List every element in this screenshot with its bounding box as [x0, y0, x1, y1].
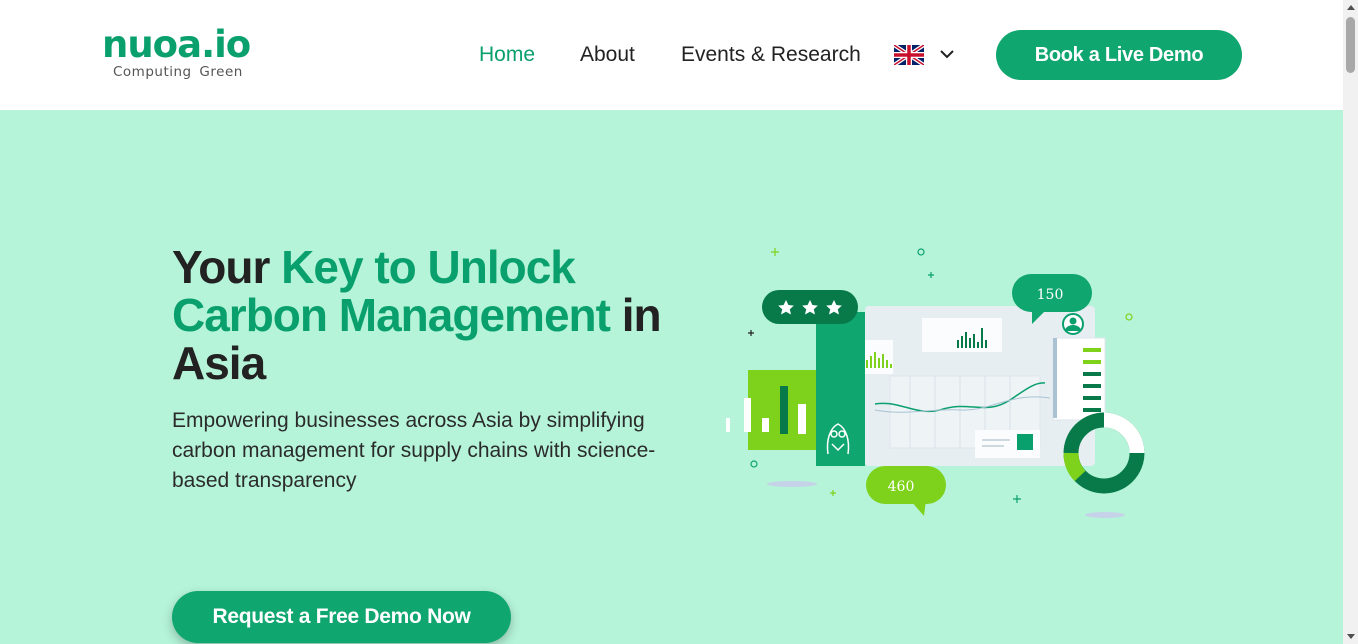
headline-part-1: Your	[172, 241, 282, 293]
logo-tagline: Computing Green	[113, 64, 243, 80]
hero-headline: Your Key to Unlock Carbon Management in …	[172, 243, 692, 387]
bubble-bottom: 460	[866, 466, 946, 516]
nav-about[interactable]: About	[580, 41, 635, 69]
user-icon	[1062, 313, 1084, 335]
chevron-down-icon[interactable]	[939, 48, 955, 60]
uk-flag-icon[interactable]	[894, 45, 924, 65]
request-free-demo-button[interactable]: Request a Free Demo Now	[172, 591, 511, 643]
logo[interactable]: nuoa.io Computing Green	[102, 23, 251, 81]
nav-events-research[interactable]: Events & Research	[681, 41, 861, 69]
scroll-up-arrow-icon[interactable]	[1347, 5, 1355, 10]
scroll-thumb[interactable]	[1346, 17, 1355, 73]
page-scrollbar[interactable]	[1343, 0, 1358, 644]
scroll-down-arrow-icon[interactable]	[1347, 634, 1355, 639]
logo-wordmark: nuoa.io	[102, 23, 251, 66]
hero-illustration: 150 460	[726, 248, 1145, 518]
site-header: nuoa.io Computing Green Home About Event…	[0, 0, 1343, 110]
book-live-demo-button[interactable]: Book a Live Demo	[996, 30, 1242, 80]
nav-home[interactable]: Home	[479, 41, 535, 69]
bubble-top-value: 150	[1037, 287, 1064, 303]
bubble-bottom-value: 460	[888, 479, 915, 495]
hero-subtext: Empowering businesses across Asia by sim…	[172, 409, 656, 492]
